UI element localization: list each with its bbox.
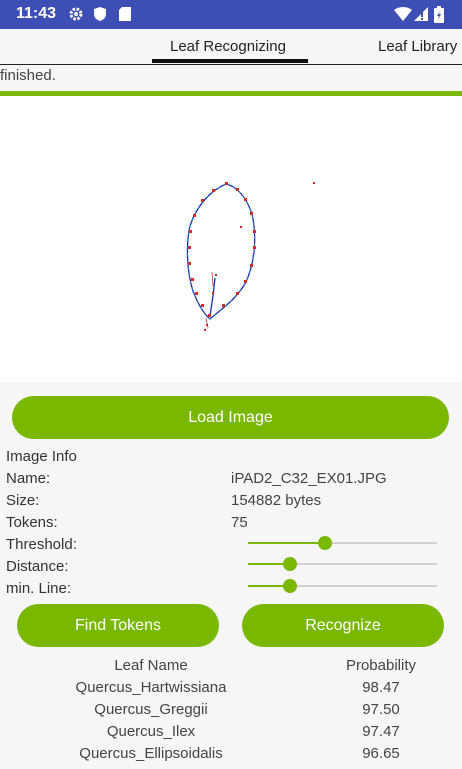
load-image-button[interactable]: Load Image xyxy=(12,396,449,439)
min-line-slider-thumb[interactable] xyxy=(283,579,297,593)
size-value: 154882 bytes xyxy=(231,492,322,509)
threshold-slider-thumb[interactable] xyxy=(318,536,332,550)
tab-leaf-recognizing[interactable]: Leaf Recognizing xyxy=(170,38,286,55)
image-info-header: Image Info xyxy=(6,448,77,465)
leaf-name-header: Leaf Name xyxy=(114,657,188,674)
progress-status-text: finished. xyxy=(0,67,56,84)
sd-card-icon xyxy=(118,6,132,27)
battery-icon xyxy=(434,6,444,28)
active-tab-indicator xyxy=(152,59,308,63)
threshold-label: Threshold: xyxy=(6,536,77,553)
leaf-image-canvas xyxy=(0,96,462,382)
result-probability: 97.47 xyxy=(362,723,400,740)
signal-icon xyxy=(414,6,429,27)
tab-leaf-library[interactable]: Leaf Library xyxy=(378,38,457,55)
result-probability: 97.50 xyxy=(362,701,400,718)
tokens-label: Tokens: xyxy=(6,514,58,531)
gear-icon xyxy=(68,6,84,27)
distance-slider[interactable] xyxy=(248,557,437,571)
result-probability: 98.47 xyxy=(362,679,400,696)
result-probability: 96.65 xyxy=(362,745,400,762)
probability-header: Probability xyxy=(345,657,417,674)
min-line-label: min. Line: xyxy=(6,580,72,597)
threshold-slider[interactable] xyxy=(248,536,437,550)
status-bar: 11:43 xyxy=(0,0,462,29)
leaf-contour-image xyxy=(186,182,315,331)
tokens-value: 75 xyxy=(231,514,248,531)
name-label: Name: xyxy=(6,470,51,487)
recognize-button[interactable]: Recognize xyxy=(242,604,444,647)
result-leaf-name: Quercus_Hartwissiana xyxy=(75,679,227,696)
result-leaf-name: Quercus_Ellipsoidalis xyxy=(79,745,223,762)
find-tokens-button[interactable]: Find Tokens xyxy=(17,604,219,647)
result-leaf-name: Quercus_Greggii xyxy=(94,701,208,718)
status-time: 11:43 xyxy=(16,5,57,22)
result-leaf-name: Quercus_Ilex xyxy=(106,723,196,740)
distance-label: Distance: xyxy=(6,558,69,575)
name-value: iPAD2_C32_EX01.JPG xyxy=(231,470,387,487)
size-label: Size: xyxy=(6,492,40,509)
distance-slider-thumb[interactable] xyxy=(283,557,297,571)
min-line-slider[interactable] xyxy=(248,579,437,593)
shield-icon xyxy=(93,6,107,27)
wifi-icon xyxy=(394,6,412,27)
